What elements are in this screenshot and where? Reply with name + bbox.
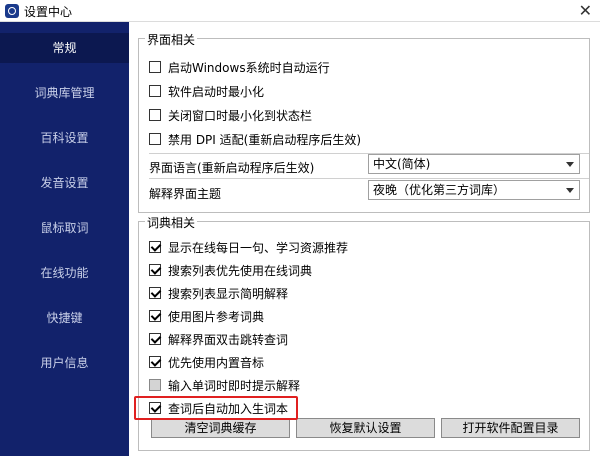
checkbox-label: 软件启动时最小化 xyxy=(168,84,265,99)
settings-panel: 界面相关 启动Windows系统时自动运行 软件启动时最小化 关闭窗口时最小化到… xyxy=(129,22,600,456)
ui-settings-group: 界面相关 启动Windows系统时自动运行 软件启动时最小化 关闭窗口时最小化到… xyxy=(138,31,590,213)
app-logo-icon xyxy=(5,4,19,18)
chevron-down-icon xyxy=(566,188,574,193)
checkbox-builtin-phonetic[interactable] xyxy=(149,356,161,368)
theme-label: 解释界面主题 xyxy=(149,187,222,201)
highlight-box xyxy=(134,396,298,420)
checkbox-row-start-minimized[interactable]: 软件启动时最小化 xyxy=(149,83,264,99)
sidebar-item-user-info[interactable]: 用户信息 xyxy=(0,348,129,378)
sidebar-item-shortcuts[interactable]: 快捷键 xyxy=(0,303,129,333)
sidebar-item-online[interactable]: 在线功能 xyxy=(0,258,129,288)
theme-select[interactable]: 夜晚（优化第三方词库） xyxy=(368,180,580,200)
checkbox-online-dict-first[interactable] xyxy=(149,264,161,276)
checkbox-double-click-lookup[interactable] xyxy=(149,333,161,345)
checkbox-label: 显示在线每日一句、学习资源推荐 xyxy=(168,240,349,255)
checkbox-row-builtin-phonetic[interactable]: 优先使用内置音标 xyxy=(149,354,264,370)
title-bar: 设置中心 ✕ xyxy=(0,0,600,22)
checkbox-label: 解释界面双击跳转查词 xyxy=(168,332,289,347)
checkbox-label: 优先使用内置音标 xyxy=(168,355,265,370)
checkbox-label: 关闭窗口时最小化到状态栏 xyxy=(168,108,313,123)
language-label: 界面语言(重新启动程序后生效) xyxy=(149,161,315,175)
chevron-down-icon xyxy=(566,162,574,167)
group-legend-ui: 界面相关 xyxy=(145,31,198,48)
checkbox-label: 输入单词时即时提示解释 xyxy=(168,378,301,393)
checkbox-instant-hint[interactable] xyxy=(149,379,161,391)
checkbox-row-brief-explanation[interactable]: 搜索列表显示简明解释 xyxy=(149,285,288,301)
open-config-button[interactable]: 打开软件配置目录 xyxy=(441,418,580,438)
checkbox-row-double-click-lookup[interactable]: 解释界面双击跳转查词 xyxy=(149,331,288,347)
sidebar-item-dictionary-library[interactable]: 词典库管理 xyxy=(0,78,129,108)
checkbox-row-online-dict-first[interactable]: 搜索列表优先使用在线词典 xyxy=(149,262,312,278)
checkbox-row-disable-dpi[interactable]: 禁用 DPI 适配(重新启动程序后生效) xyxy=(149,131,361,147)
language-select[interactable]: 中文(简体) xyxy=(368,154,580,174)
checkbox-row-image-dict[interactable]: 使用图片参考词典 xyxy=(149,308,264,324)
checkbox-label: 搜索列表显示简明解释 xyxy=(168,286,289,301)
sidebar-item-general[interactable]: 常规 xyxy=(0,33,129,63)
group-legend-dictionary: 词典相关 xyxy=(145,214,198,231)
checkbox-label: 启动Windows系统时自动运行 xyxy=(168,60,330,75)
sidebar-item-encyclopedia[interactable]: 百科设置 xyxy=(0,123,129,153)
theme-select-value: 夜晚（优化第三方词库） xyxy=(373,183,506,197)
checkbox-autostart[interactable] xyxy=(149,61,161,73)
checkbox-row-minimize-to-tray[interactable]: 关闭窗口时最小化到状态栏 xyxy=(149,107,312,123)
sidebar: 常规 词典库管理 百科设置 发音设置 鼠标取词 在线功能 快捷键 用户信息 xyxy=(0,22,129,456)
checkbox-row-daily-sentence[interactable]: 显示在线每日一句、学习资源推荐 xyxy=(149,239,348,255)
checkbox-disable-dpi[interactable] xyxy=(149,133,161,145)
checkbox-minimize-to-tray[interactable] xyxy=(149,109,161,121)
checkbox-daily-sentence[interactable] xyxy=(149,241,161,253)
checkbox-image-dict[interactable] xyxy=(149,310,161,322)
window-title: 设置中心 xyxy=(24,5,73,19)
language-select-value: 中文(简体) xyxy=(373,157,431,171)
clear-cache-button[interactable]: 清空词典缓存 xyxy=(151,418,290,438)
divider xyxy=(149,178,589,179)
checkbox-brief-explanation[interactable] xyxy=(149,287,161,299)
checkbox-start-minimized[interactable] xyxy=(149,85,161,97)
checkbox-label: 搜索列表优先使用在线词典 xyxy=(168,263,313,278)
checkbox-label: 禁用 DPI 适配(重新启动程序后生效) xyxy=(168,132,362,147)
sidebar-item-mouse-lookup[interactable]: 鼠标取词 xyxy=(0,213,129,243)
close-icon[interactable]: ✕ xyxy=(579,1,592,20)
checkbox-row-autostart[interactable]: 启动Windows系统时自动运行 xyxy=(149,59,330,75)
restore-default-button[interactable]: 恢复默认设置 xyxy=(296,418,435,438)
sidebar-item-pronunciation[interactable]: 发音设置 xyxy=(0,168,129,198)
checkbox-row-instant-hint[interactable]: 输入单词时即时提示解释 xyxy=(149,377,300,393)
checkbox-label: 使用图片参考词典 xyxy=(168,309,265,324)
